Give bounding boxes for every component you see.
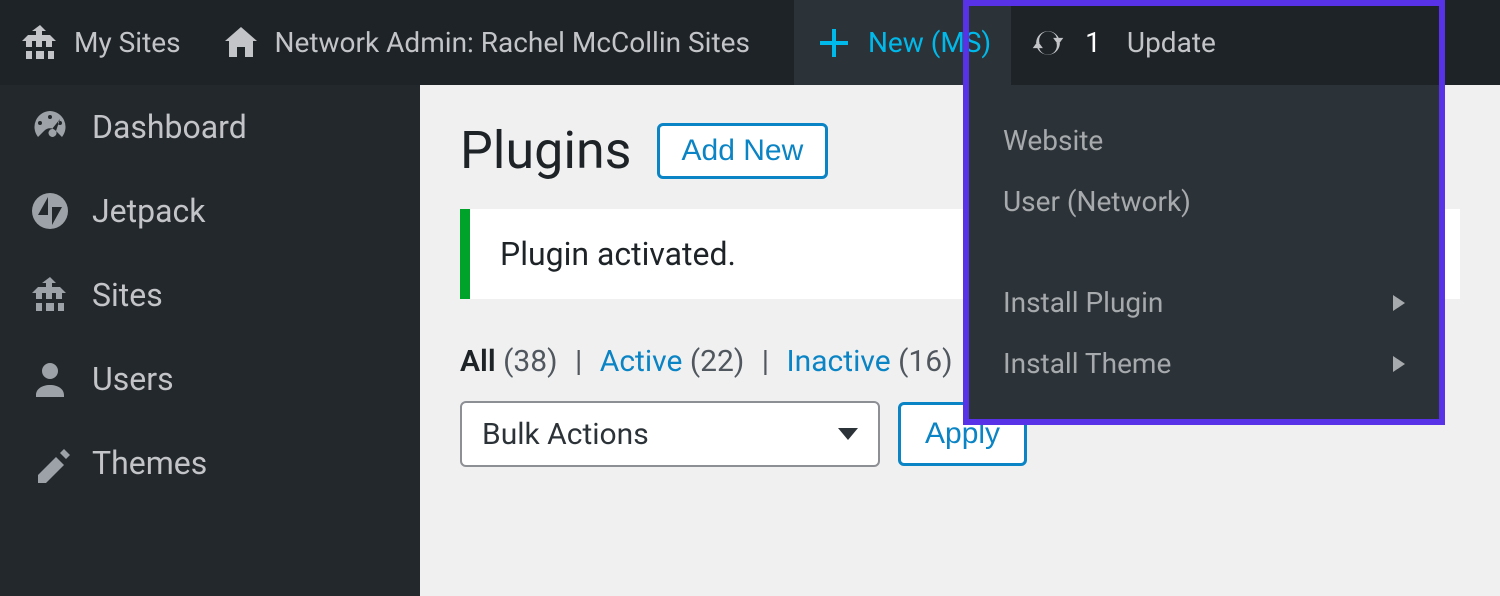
network-admin-link[interactable]: Network Admin: Rachel McCollin Sites bbox=[201, 0, 770, 85]
chevron-right-icon bbox=[1393, 356, 1405, 372]
dropdown-item-user-network[interactable]: User (Network) bbox=[969, 171, 1439, 232]
sidebar-item-dashboard[interactable]: Dashboard bbox=[0, 85, 420, 169]
sidebar-item-jetpack[interactable]: Jetpack bbox=[0, 169, 420, 253]
new-menu-trigger[interactable]: New (MS) bbox=[794, 0, 1011, 85]
dropdown-item-install-plugin[interactable]: Install Plugin bbox=[969, 272, 1439, 333]
dropdown-item-label: User (Network) bbox=[1003, 185, 1191, 218]
jetpack-icon bbox=[30, 191, 70, 231]
plus-icon bbox=[814, 23, 854, 63]
home-icon bbox=[221, 23, 261, 63]
updates-link[interactable]: 1 bbox=[1011, 0, 1121, 85]
dashboard-icon bbox=[30, 107, 70, 147]
sidebar-item-label: Users bbox=[92, 360, 174, 398]
sidebar-item-label: Dashboard bbox=[92, 108, 247, 146]
filter-all[interactable]: All bbox=[460, 344, 496, 379]
sidebar-item-themes[interactable]: Themes bbox=[0, 421, 420, 505]
dropdown-item-label: Install Plugin bbox=[1003, 286, 1163, 319]
themes-icon bbox=[30, 443, 70, 483]
chevron-down-icon bbox=[838, 428, 858, 440]
new-label: New (MS) bbox=[868, 26, 991, 59]
filter-active-count: (22) bbox=[690, 344, 744, 379]
new-dropdown: Website User (Network) Install Plugin In… bbox=[963, 85, 1445, 425]
sidebar-item-sites[interactable]: Sites bbox=[0, 253, 420, 337]
updates-text-link[interactable]: Update bbox=[1121, 0, 1236, 85]
page-title: Plugins bbox=[460, 120, 632, 181]
chevron-right-icon bbox=[1393, 295, 1405, 311]
updates-count: 1 bbox=[1085, 26, 1101, 59]
sidebar-item-label: Themes bbox=[92, 444, 207, 482]
update-icon bbox=[1031, 26, 1065, 60]
sidebar-item-label: Jetpack bbox=[92, 192, 205, 230]
filter-inactive-count: (16) bbox=[898, 344, 952, 379]
bulk-select-label: Bulk Actions bbox=[482, 417, 649, 452]
sidebar-item-label: Sites bbox=[92, 276, 163, 314]
filter-all-count: (38) bbox=[503, 344, 557, 379]
admin-bar: My Sites Network Admin: Rachel McCollin … bbox=[0, 0, 1500, 85]
filter-inactive[interactable]: Inactive bbox=[787, 344, 891, 379]
dropdown-item-label: Website bbox=[1003, 124, 1103, 157]
bulk-actions-select[interactable]: Bulk Actions bbox=[460, 401, 880, 467]
sites-icon bbox=[20, 23, 60, 63]
dropdown-item-label: Install Theme bbox=[1003, 347, 1171, 380]
dropdown-item-install-theme[interactable]: Install Theme bbox=[969, 333, 1439, 394]
filter-active[interactable]: Active bbox=[600, 344, 683, 379]
add-new-button[interactable]: Add New bbox=[657, 123, 829, 179]
network-admin-label: Network Admin: Rachel McCollin Sites bbox=[275, 26, 750, 59]
my-sites-label: My Sites bbox=[74, 26, 181, 59]
dropdown-item-website[interactable]: Website bbox=[969, 110, 1439, 171]
my-sites-link[interactable]: My Sites bbox=[0, 0, 201, 85]
sites-icon bbox=[30, 275, 70, 315]
users-icon bbox=[30, 359, 70, 399]
sidebar-item-users[interactable]: Users bbox=[0, 337, 420, 421]
admin-sidebar: Dashboard Jetpack Sites Users Themes bbox=[0, 85, 420, 596]
updates-label: Update bbox=[1127, 26, 1216, 59]
